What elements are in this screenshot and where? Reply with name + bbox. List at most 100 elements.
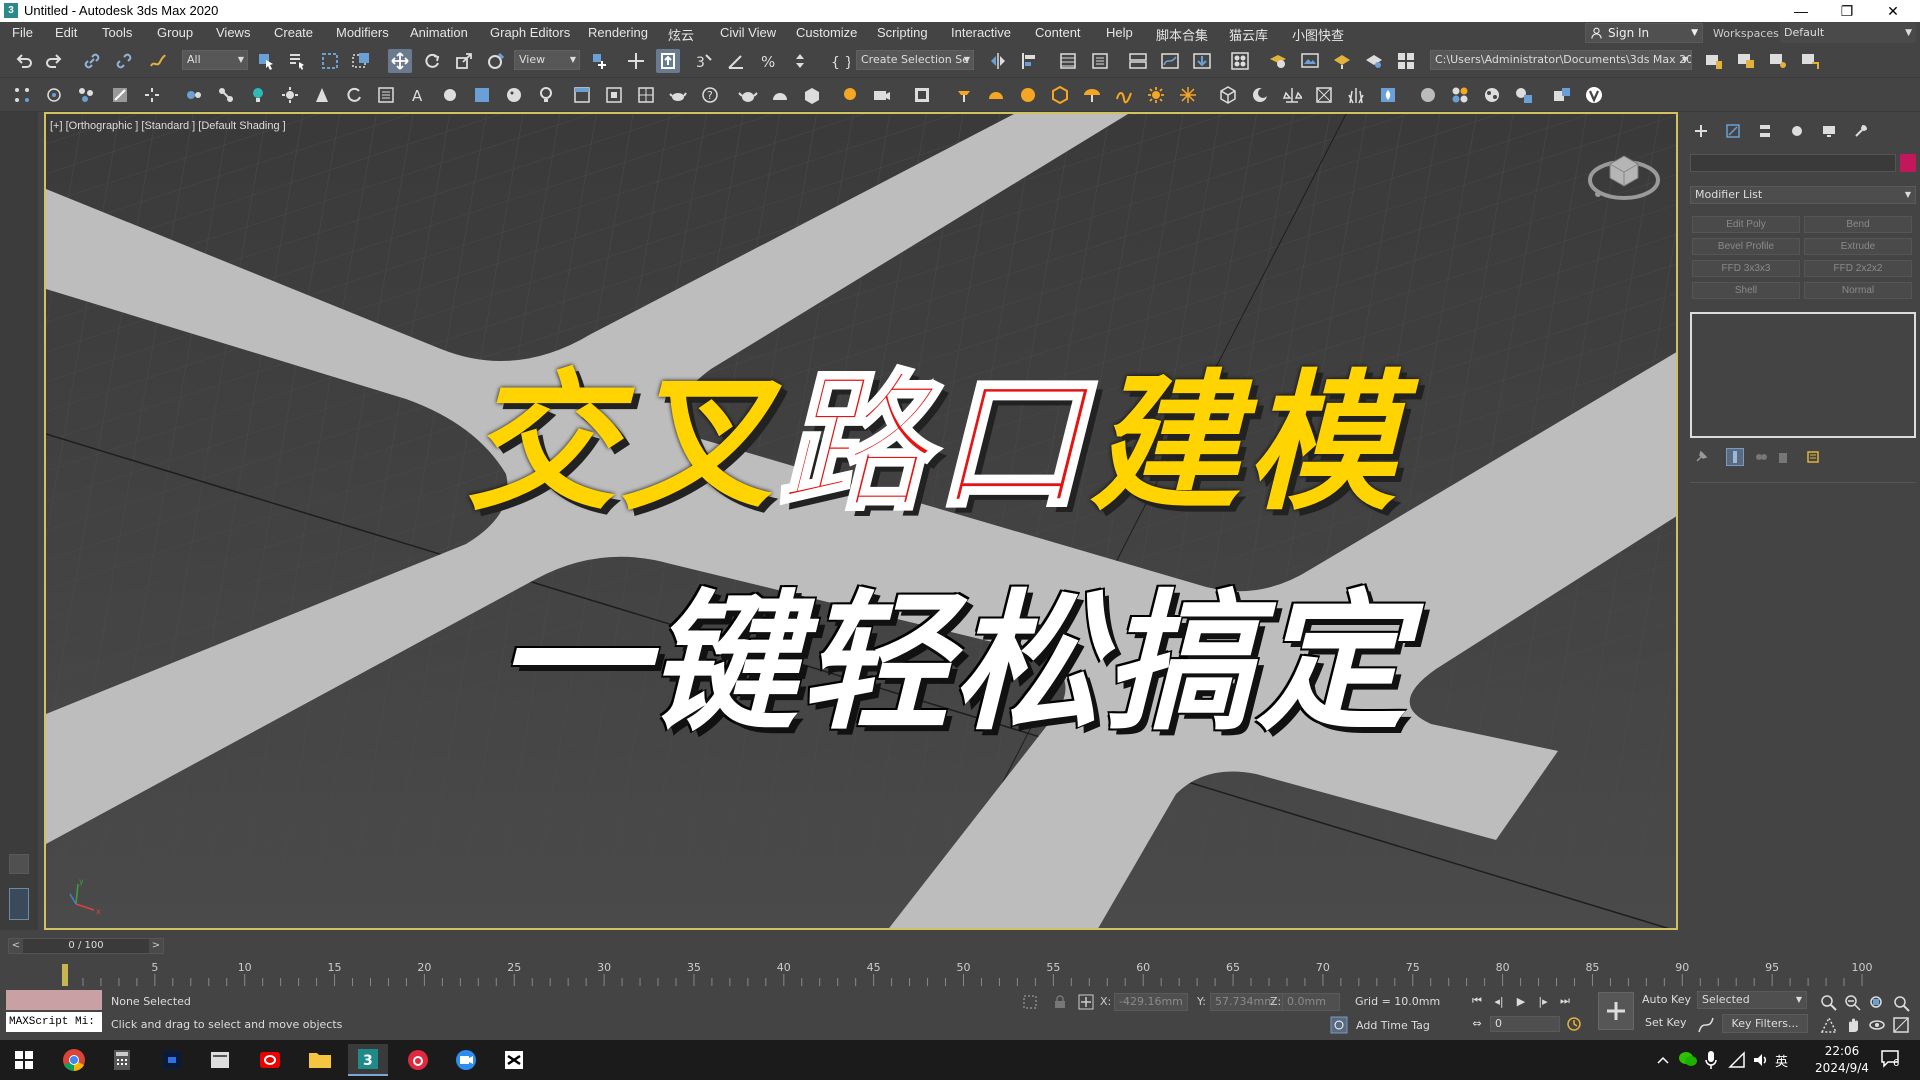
select-and-place-icon[interactable] xyxy=(484,49,508,73)
modifier-list-dropdown[interactable]: Modifier List ▼ xyxy=(1690,186,1916,204)
rendered-frame-window-icon[interactable] xyxy=(1298,49,1322,73)
key-filters-button[interactable]: Key Filters... xyxy=(1722,1014,1808,1033)
field-of-view-icon[interactable] xyxy=(1820,1016,1838,1034)
start-icon[interactable] xyxy=(4,1044,44,1076)
fire-icon[interactable] xyxy=(1376,83,1400,107)
project-path-dropdown[interactable]: C:\Users\Administrator\Documents\3ds Max… xyxy=(1430,50,1692,70)
create-tab-icon[interactable] xyxy=(1690,120,1712,142)
sphere-icon[interactable] xyxy=(1016,83,1040,107)
spinner-snap-icon[interactable] xyxy=(788,49,812,73)
minimize-button[interactable]: — xyxy=(1778,0,1824,22)
grid-snap-icon[interactable] xyxy=(10,83,34,107)
ps-icon[interactable] xyxy=(152,1044,192,1076)
menu-maoyun-library[interactable]: 猫云库 xyxy=(1229,25,1268,44)
x-coordinate-field[interactable]: -429.16mm xyxy=(1114,993,1188,1011)
project-manage-icon[interactable] xyxy=(1734,49,1758,73)
hand-tool-icon[interactable] xyxy=(438,83,462,107)
track-bar[interactable]: 5 10 15 20 25 30 35 40 45 50 55 60 65 70 75 80 85 90 95 100 xyxy=(0,958,1920,988)
time-configuration-icon[interactable] xyxy=(1566,1016,1582,1032)
percent-snap-icon[interactable]: % xyxy=(756,49,780,73)
set-keys-button[interactable] xyxy=(1598,992,1634,1030)
select-by-name-icon[interactable] xyxy=(285,49,309,73)
material-ball-icon[interactable] xyxy=(1416,83,1440,107)
render-production-icon[interactable] xyxy=(1330,49,1354,73)
angle-snap-icon[interactable] xyxy=(724,49,748,73)
sun-tool-icon[interactable] xyxy=(278,83,302,107)
add-time-tag-button[interactable]: Add Time Tag xyxy=(1356,1019,1430,1032)
volume-icon[interactable] xyxy=(1752,1051,1770,1069)
face-tool-icon[interactable] xyxy=(502,83,526,107)
list-tool-icon[interactable] xyxy=(374,83,398,107)
zoom-extents-all-icon[interactable] xyxy=(1892,994,1910,1012)
menu-civil-view[interactable]: Civil View xyxy=(720,25,776,40)
utilities-tab-icon[interactable] xyxy=(1850,120,1872,142)
wave-icon[interactable] xyxy=(1112,83,1136,107)
capcut-icon[interactable] xyxy=(494,1044,534,1076)
explorer-icon[interactable] xyxy=(200,1044,240,1076)
modifier-stack[interactable] xyxy=(1690,312,1916,438)
key-mode-toggle-icon[interactable]: ⇔ xyxy=(1468,1014,1486,1032)
expand-panel-button[interactable] xyxy=(9,854,29,874)
redo-icon[interactable] xyxy=(42,49,66,73)
align-icon[interactable] xyxy=(1018,49,1042,73)
grid-tool-icon[interactable] xyxy=(634,83,658,107)
select-manipulate-icon[interactable] xyxy=(624,49,648,73)
sunburst-icon[interactable] xyxy=(1176,83,1200,107)
menu-script-collection[interactable]: 脚本合集 xyxy=(1156,25,1208,44)
notification-center[interactable]: 6 xyxy=(1880,1048,1906,1072)
maxscript-listener[interactable]: MAXScript Mi: xyxy=(6,990,102,1034)
cube-icon[interactable] xyxy=(1216,83,1240,107)
menu-create[interactable]: Create xyxy=(274,25,313,40)
film-icon[interactable] xyxy=(910,83,934,107)
netease-icon[interactable] xyxy=(398,1044,438,1076)
next-frame-button[interactable]: > xyxy=(149,939,163,953)
mirror-icon[interactable] xyxy=(986,49,1010,73)
sign-in-button[interactable]: Sign In ▼ xyxy=(1585,23,1703,43)
absolute-transform-icon[interactable] xyxy=(1078,994,1094,1010)
menu-scripting[interactable]: Scripting xyxy=(877,25,928,40)
hierarchy-tab-icon[interactable] xyxy=(1754,120,1776,142)
viewport-label[interactable]: [+] [Orthographic ] [Standard ] [Default… xyxy=(50,120,286,132)
shell-button[interactable]: Shell xyxy=(1692,282,1800,299)
help-icon[interactable]: ? xyxy=(698,83,722,107)
play-icon[interactable]: ▶ xyxy=(1512,992,1530,1010)
menu-animation[interactable]: Animation xyxy=(410,25,468,40)
select-and-move-icon[interactable] xyxy=(388,49,412,73)
box-tool-icon[interactable] xyxy=(470,83,494,107)
pan-view-icon[interactable] xyxy=(1844,1016,1862,1034)
v-ray-icon[interactable] xyxy=(1582,83,1606,107)
scene-explorer-icon[interactable] xyxy=(1056,49,1080,73)
structure-icon[interactable] xyxy=(1312,83,1336,107)
ffd-2x2x2-button[interactable]: FFD 2x2x2 xyxy=(1804,260,1912,277)
material-swap-icon[interactable] xyxy=(1512,83,1536,107)
auto-key-button[interactable]: Auto Key xyxy=(1642,993,1691,1006)
pin-stack-icon[interactable] xyxy=(1692,448,1710,466)
network-icon[interactable] xyxy=(1728,1051,1746,1069)
object-name-field[interactable] xyxy=(1690,154,1896,172)
render-setup-icon[interactable] xyxy=(1266,49,1290,73)
a360-gallery-icon[interactable] xyxy=(1394,49,1418,73)
make-unique-icon[interactable] xyxy=(1752,448,1770,466)
bend-button[interactable]: Bend xyxy=(1804,216,1912,233)
default-in-out-tangents-icon[interactable] xyxy=(1697,1016,1715,1034)
frame-tool-icon[interactable] xyxy=(602,83,626,107)
menu-tools[interactable]: Tools xyxy=(102,25,132,40)
material-editor-icon[interactable] xyxy=(1228,49,1252,73)
select-and-rotate-icon[interactable] xyxy=(420,49,444,73)
text-tool-icon[interactable]: A xyxy=(406,83,430,107)
menu-quick-lookup[interactable]: 小图快查 xyxy=(1292,25,1344,44)
material-library-icon[interactable] xyxy=(1448,83,1472,107)
menu-customize[interactable]: Customize xyxy=(796,25,857,40)
zoom-all-icon[interactable] xyxy=(1844,994,1862,1012)
object-color-swatch[interactable] xyxy=(1900,154,1916,172)
link-icon[interactable] xyxy=(80,49,104,73)
show-end-result-icon[interactable] xyxy=(1726,448,1744,466)
grass-icon[interactable] xyxy=(1344,83,1368,107)
sun-icon[interactable] xyxy=(1144,83,1168,107)
time-slider[interactable]: < 0 / 100 > xyxy=(8,938,164,954)
moon-icon[interactable] xyxy=(1248,83,1272,107)
opera-icon[interactable] xyxy=(250,1044,290,1076)
show-hidden-icons-icon[interactable] xyxy=(1656,1054,1670,1066)
helper-tool-icon[interactable] xyxy=(182,83,206,107)
maxscript-input[interactable]: MAXScript Mi: xyxy=(6,1012,102,1032)
